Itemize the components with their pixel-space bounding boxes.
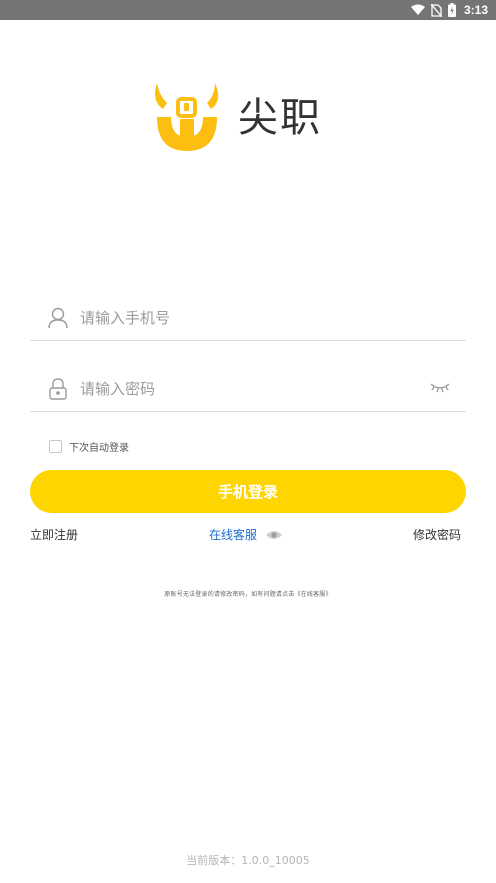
user-icon xyxy=(48,307,68,329)
phone-login-button[interactable]: 手机登录 xyxy=(30,470,466,513)
wifi-icon xyxy=(410,4,425,15)
status-time: 3:13 xyxy=(463,3,488,17)
password-field xyxy=(30,366,466,412)
battery-charging-icon xyxy=(447,3,456,17)
app-version: 当前版本：1.0.0_10005 xyxy=(186,854,310,867)
brand-logo-icon xyxy=(155,83,219,151)
auto-login-checkbox[interactable] xyxy=(49,440,62,453)
brand-name: 尖职 xyxy=(238,95,322,141)
auth-links: 立即注册 在线客服 修改密码 xyxy=(0,527,496,545)
eye-closed-icon[interactable] xyxy=(430,381,450,395)
password-input[interactable] xyxy=(80,374,420,404)
lock-icon xyxy=(49,378,67,400)
no-sim-icon xyxy=(430,3,442,17)
phone-field xyxy=(30,295,466,341)
status-bar: 3:13 xyxy=(0,0,496,20)
online-service-link[interactable]: 在线客服 xyxy=(209,527,257,543)
eye-icon[interactable] xyxy=(265,529,283,541)
change-password-link[interactable]: 修改密码 xyxy=(413,527,461,543)
status-icons: 3:13 xyxy=(410,2,488,18)
register-link[interactable]: 立即注册 xyxy=(30,527,78,543)
login-notice: 原账号无法登录的请修改密码，如有问题请点击《在线客服》 xyxy=(164,591,332,598)
phone-input[interactable] xyxy=(80,303,420,333)
auto-login-label: 下次自动登录 xyxy=(69,443,129,454)
auto-login-option[interactable]: 下次自动登录 xyxy=(49,439,129,454)
